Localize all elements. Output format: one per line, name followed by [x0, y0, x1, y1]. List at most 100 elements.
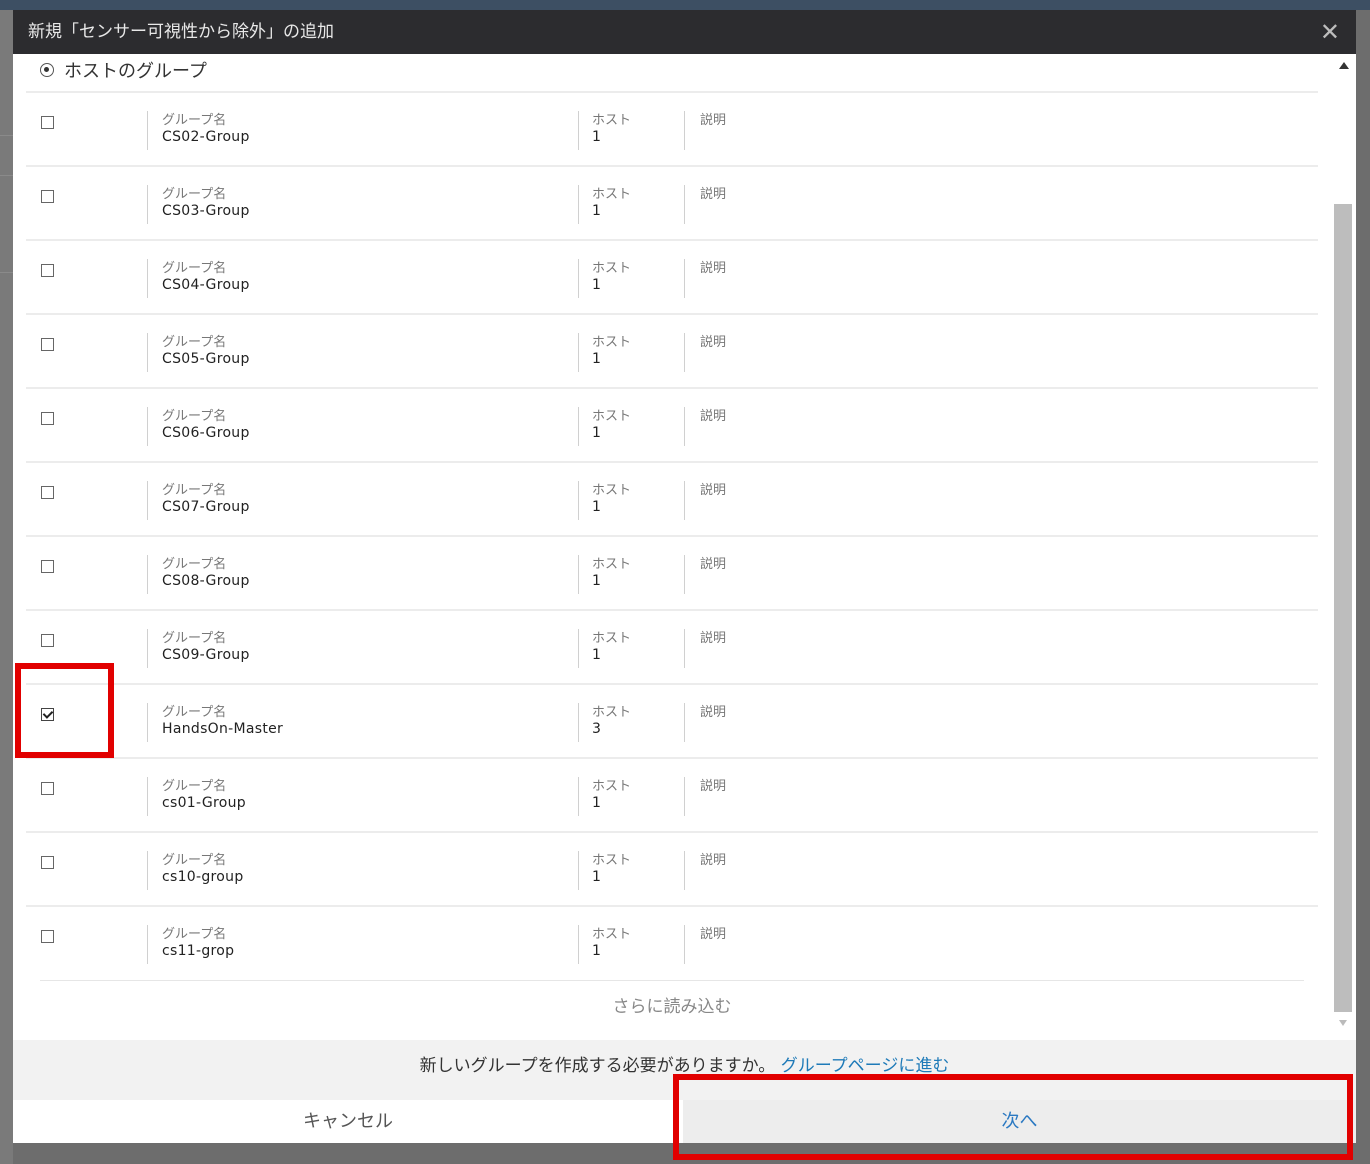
column-separator [684, 111, 685, 150]
group-name-value: cs10-group [162, 869, 244, 885]
description-label: 説明 [700, 631, 727, 646]
hosts-label: ホスト [592, 779, 632, 794]
group-name-label: グループ名 [162, 779, 227, 794]
column-separator [578, 703, 579, 742]
column-separator [684, 703, 685, 742]
group-name-value: CS08-Group [162, 573, 250, 589]
scroll-down-arrow-icon[interactable] [1339, 1020, 1347, 1026]
column-separator [578, 111, 579, 150]
cancel-button[interactable]: キャンセル [13, 1100, 683, 1143]
column-separator [147, 185, 148, 224]
hosts-value: 1 [592, 795, 602, 811]
column-separator [684, 925, 685, 964]
table-row[interactable]: グループ名 cs11-grop ホスト 1 説明 [26, 905, 1318, 978]
vertical-scrollbar[interactable] [1331, 54, 1356, 1040]
column-separator [147, 555, 148, 594]
close-icon[interactable]: ✕ [1320, 10, 1340, 54]
create-group-question: 新しいグループを作成する必要がありますか。 [419, 1056, 776, 1076]
table-row[interactable]: グループ名 CS07-Group ホスト 1 説明 [26, 461, 1318, 534]
radio-selected-icon[interactable] [40, 63, 54, 77]
group-name-value: CS07-Group [162, 499, 250, 515]
create-group-note: 新しいグループを作成する必要がありますか。 グループページに進む [13, 1040, 1356, 1100]
hosts-label: ホスト [592, 631, 632, 646]
checkbox[interactable] [41, 560, 54, 573]
next-button[interactable]: 次へ [683, 1100, 1356, 1143]
checkbox[interactable] [41, 486, 54, 499]
hosts-value: 1 [592, 647, 602, 663]
column-separator [578, 925, 579, 964]
hosts-value: 1 [592, 943, 602, 959]
hosts-label: ホスト [592, 187, 632, 202]
column-separator [684, 555, 685, 594]
group-name-label: グループ名 [162, 483, 227, 498]
table-row[interactable]: グループ名 cs01-Group ホスト 1 説明 [26, 757, 1318, 830]
description-label: 説明 [700, 483, 727, 498]
description-label: 説明 [700, 335, 727, 350]
group-page-link[interactable]: グループページに進む [781, 1056, 950, 1076]
column-separator [578, 259, 579, 298]
background-page-edge [0, 10, 13, 1164]
description-label: 説明 [700, 853, 727, 868]
column-separator [684, 259, 685, 298]
group-name-value: CS06-Group [162, 425, 250, 441]
table-row[interactable]: グループ名 HandsOn-Master ホスト 3 説明 [26, 683, 1318, 756]
table-row[interactable]: グループ名 CS04-Group ホスト 1 説明 [26, 239, 1318, 312]
checkbox[interactable] [41, 634, 54, 647]
group-list-scroll-area[interactable]: ホストのグループ グループ名 CS02-Group ホスト 1 説明 グループ名 CS03-… [13, 54, 1356, 1040]
column-separator [684, 333, 685, 372]
hosts-value: 1 [592, 351, 602, 367]
hosts-value: 1 [592, 129, 602, 145]
group-name-value: CS02-Group [162, 129, 250, 145]
column-separator [578, 407, 579, 446]
hosts-value: 1 [592, 277, 602, 293]
group-name-label: グループ名 [162, 557, 227, 572]
hosts-label: ホスト [592, 409, 632, 424]
table-row[interactable]: グループ名 CS08-Group ホスト 1 説明 [26, 535, 1318, 608]
checkbox[interactable] [41, 412, 54, 425]
table-row[interactable]: グループ名 CS02-Group ホスト 1 説明 [26, 91, 1318, 164]
checkbox[interactable] [41, 856, 54, 869]
description-label: 説明 [700, 409, 727, 424]
group-name-label: グループ名 [162, 113, 227, 128]
exclusion-dialog: 新規「センサー可視性から除外」の追加 ✕ ホストのグループ グループ名 CS02-… [13, 10, 1356, 1143]
column-separator [578, 481, 579, 520]
table-row[interactable]: グループ名 cs10-group ホスト 1 説明 [26, 831, 1318, 904]
scrollbar-thumb[interactable] [1334, 204, 1352, 1012]
column-separator [147, 925, 148, 964]
column-separator [147, 111, 148, 150]
table-row[interactable]: グループ名 CS03-Group ホスト 1 説明 [26, 165, 1318, 238]
description-label: 説明 [700, 779, 727, 794]
description-label: 説明 [700, 927, 727, 942]
column-separator [147, 481, 148, 520]
checkbox[interactable] [41, 116, 54, 129]
column-separator [147, 333, 148, 372]
column-separator [684, 407, 685, 446]
hosts-value: 1 [592, 425, 602, 441]
checkbox-checked[interactable] [41, 708, 54, 721]
hosts-label: ホスト [592, 335, 632, 350]
table-row[interactable]: グループ名 CS05-Group ホスト 1 説明 [26, 313, 1318, 386]
checkbox[interactable] [41, 264, 54, 277]
group-name-label: グループ名 [162, 631, 227, 646]
background-topbar [0, 0, 1370, 10]
column-separator [684, 777, 685, 816]
column-separator [147, 851, 148, 890]
table-row[interactable]: グループ名 CS06-Group ホスト 1 説明 [26, 387, 1318, 460]
column-separator [578, 333, 579, 372]
group-name-value: CS04-Group [162, 277, 250, 293]
table-row[interactable]: グループ名 CS09-Group ホスト 1 説明 [26, 609, 1318, 682]
column-separator [578, 851, 579, 890]
checkbox[interactable] [41, 930, 54, 943]
load-more-button[interactable]: さらに読み込む [13, 992, 1331, 1017]
column-separator [147, 703, 148, 742]
hosts-value: 3 [592, 721, 602, 737]
hosts-label: ホスト [592, 261, 632, 276]
host-group-radio-option[interactable]: ホストのグループ [40, 57, 207, 83]
hosts-label: ホスト [592, 113, 632, 128]
dialog-title: 新規「センサー可視性から除外」の追加 [28, 22, 334, 42]
dialog-header: 新規「センサー可視性から除外」の追加 ✕ [13, 10, 1356, 54]
scroll-up-arrow-icon[interactable] [1339, 62, 1349, 69]
checkbox[interactable] [41, 782, 54, 795]
checkbox[interactable] [41, 338, 54, 351]
checkbox[interactable] [41, 190, 54, 203]
